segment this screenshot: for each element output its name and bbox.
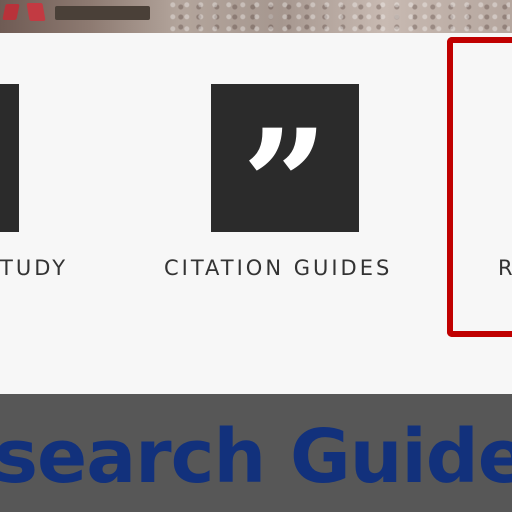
research-card-highlight[interactable] — [447, 37, 512, 337]
building-graphic — [55, 6, 150, 20]
banner-title[interactable]: search Guide — [0, 414, 512, 500]
header-photo — [0, 0, 512, 33]
flag-graphic — [2, 4, 20, 20]
tree-graphic — [170, 0, 510, 33]
research-guides-banner: search Guide — [0, 394, 512, 512]
quote-icon: ” — [241, 97, 329, 273]
citation-guides-card-label[interactable]: CITATION GUIDES — [164, 256, 392, 280]
citation-guides-card-icon[interactable]: ” — [211, 84, 359, 260]
study-card-label[interactable]: TUDY — [0, 256, 68, 280]
study-card-icon[interactable] — [0, 84, 19, 232]
flag-graphic — [26, 3, 46, 21]
research-card-label[interactable]: R — [498, 256, 512, 280]
